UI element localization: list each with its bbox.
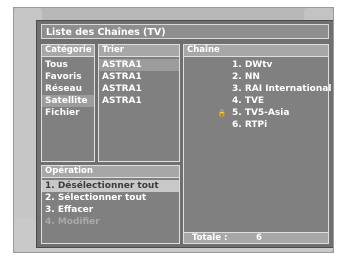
category-item-satellite[interactable]: Satellite — [42, 95, 94, 107]
channel-name: 5. TV5-Asia — [232, 108, 290, 118]
sort-item[interactable]: ASTRA1 — [99, 71, 179, 83]
category-item-reseau[interactable]: Réseau — [42, 83, 94, 95]
channel-list-dialog: Liste des Chaînes (TV) Catégorie Tous Fa… — [36, 20, 333, 248]
channel-name: 6. RTPi — [232, 120, 268, 130]
channel-row[interactable]: 2. NN — [184, 71, 328, 83]
total-value: 6 — [256, 233, 262, 243]
tv-screen: Liste des Chaînes (TV) Catégorie Tous Fa… — [13, 7, 334, 253]
channel-row[interactable]: 3. RAI International — [184, 83, 332, 95]
sort-item[interactable]: ASTRA1 — [99, 59, 179, 71]
operation-modify: 4. Modifier — [45, 217, 100, 227]
channel-name: 4. TVE — [232, 96, 265, 106]
category-item-favoris[interactable]: Favoris — [42, 71, 94, 83]
category-panel: Catégorie Tous Favoris Réseau Satellite … — [41, 44, 95, 162]
channel-header: Chaîne — [184, 45, 328, 57]
category-item-fichier[interactable]: Fichier — [42, 107, 94, 119]
operation-delete[interactable]: 3. Effacer — [42, 204, 179, 216]
channel-name: 2. NN — [232, 72, 260, 82]
sort-header: Trier — [99, 45, 179, 57]
channel-row[interactable]: 6. RTPi — [184, 119, 328, 131]
sort-panel: Trier ASTRA1 ASTRA1 ASTRA1 ASTRA1 — [98, 44, 180, 162]
category-header: Catégorie — [42, 45, 94, 57]
channel-row[interactable]: 4. TVE — [184, 95, 328, 107]
channel-row[interactable]: 1. DWtv — [184, 59, 328, 71]
channel-panel: Chaîne 1. DWtv 2. NN 3. RAI Internationa… — [183, 44, 332, 244]
operation-deselect-all[interactable]: 1. Désélectionner tout — [42, 180, 179, 192]
sort-item[interactable]: ASTRA1 — [99, 83, 179, 95]
channel-total: Totale : 6 — [184, 232, 328, 243]
operation-header: Opération — [42, 166, 179, 178]
dialog-title: Liste des Chaînes (TV) — [41, 24, 329, 39]
channel-name: 1. DWtv — [232, 60, 273, 70]
lock-icon: 🔒 — [217, 109, 227, 117]
operation-panel: Opération 1. Désélectionner tout 2. Séle… — [41, 165, 180, 244]
total-label: Totale : — [192, 233, 228, 243]
channel-name: 3. RAI International — [232, 84, 332, 94]
category-item-tous[interactable]: Tous — [42, 59, 94, 71]
channel-row[interactable]: 🔒 5. TV5-Asia — [184, 107, 328, 119]
operation-select-all[interactable]: 2. Sélectionner tout — [42, 192, 179, 204]
sort-item[interactable]: ASTRA1 — [99, 95, 179, 107]
